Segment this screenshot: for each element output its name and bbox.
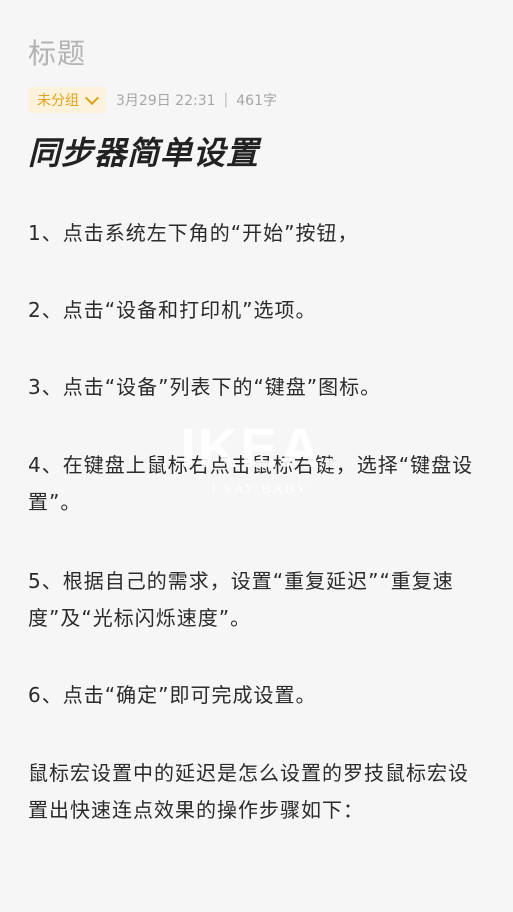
meta-separator: | (223, 92, 229, 108)
paragraph-4[interactable]: 4、在键盘上鼠标右点击鼠标右键，选择“键盘设置”。 (28, 447, 488, 521)
chevron-down-icon (84, 90, 100, 105)
note-info: 3月29日 22:31 | 461字 (116, 90, 277, 110)
group-label: 未分组 (37, 93, 79, 109)
paragraph-3[interactable]: 3、点击“设备”列表下的“键盘”图标。 (28, 369, 488, 406)
note-meta-row: 未分组 3月29日 22:31 | 461字 (28, 86, 277, 114)
paragraph-1[interactable]: 1、点击系统左下角的“开始”按钮， (28, 215, 488, 252)
paragraph-5[interactable]: 5、根据自己的需求，设置“重复延迟”“重复速度”及“光标闪烁速度”。 (28, 563, 488, 637)
group-selector[interactable]: 未分组 (28, 87, 106, 113)
note-date: 3月29日 22:31 (116, 93, 216, 109)
paragraph-7[interactable]: 鼠标宏设置中的延迟是怎么设置的罗技鼠标宏设置出快速连点效果的操作步骤如下： (28, 755, 488, 829)
paragraph-6[interactable]: 6、点击“确定”即可完成设置。 (28, 677, 488, 714)
paragraph-2[interactable]: 2、点击“设备和打印机”选项。 (28, 292, 488, 329)
title-input[interactable]: 标题 (28, 32, 86, 72)
note-heading[interactable]: 同步器简单设置 (28, 128, 259, 174)
note-editor-page: 标题 未分组 3月29日 22:31 | 461字 同步器简单设置 1、点击系统… (0, 0, 513, 912)
word-count: 461字 (236, 93, 277, 109)
